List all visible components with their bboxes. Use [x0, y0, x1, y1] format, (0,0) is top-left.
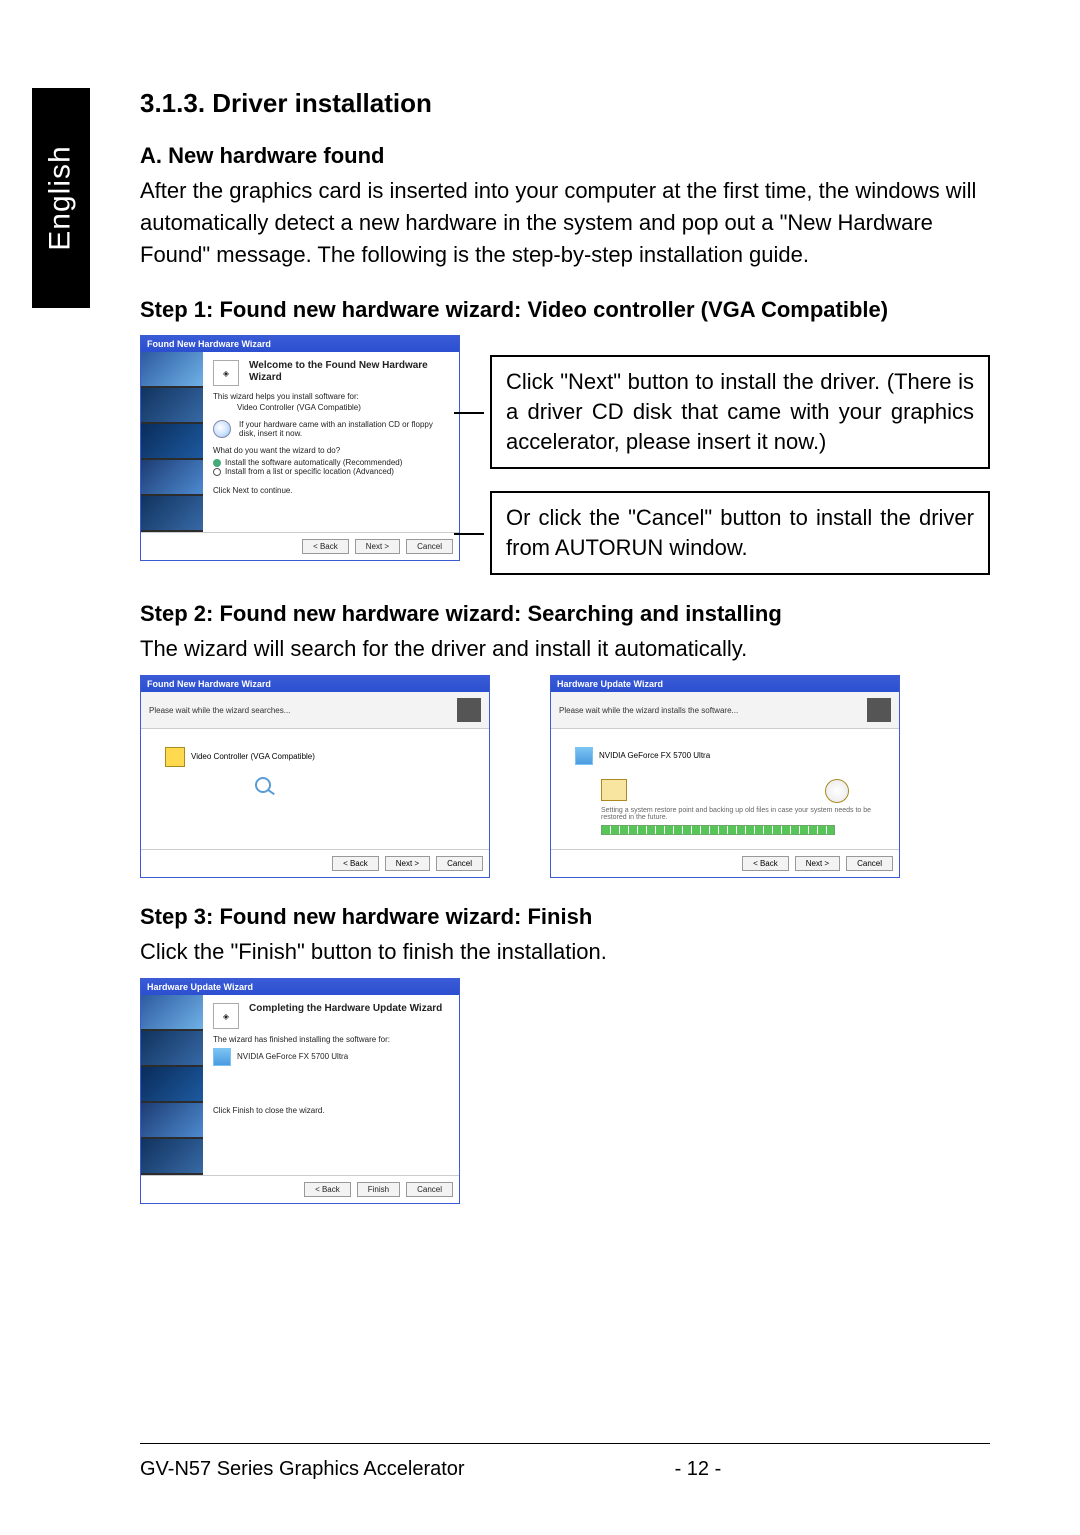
wizard1-titlebar: Found New Hardware Wizard: [141, 336, 459, 352]
wizard1-next-button[interactable]: Next >: [355, 539, 400, 554]
wizard1-title: Welcome to the Found New Hardware Wizard: [249, 360, 449, 384]
section-heading: 3.1.3. Driver installation: [140, 88, 990, 119]
step3-body: Click the "Finish" button to finish the …: [140, 936, 990, 968]
wizard2a-back-button[interactable]: < Back: [332, 856, 379, 871]
wizard2a-dialog: Found New Hardware Wizard Please wait wh…: [140, 675, 490, 878]
progress-bar: [601, 825, 835, 835]
radio-advanced[interactable]: [213, 468, 221, 476]
radio-auto[interactable]: [213, 459, 221, 467]
wizard2b-dialog: Hardware Update Wizard Please wait while…: [550, 675, 900, 878]
footer-text: GV-N57 Series Graphics Accelerator: [140, 1458, 465, 1481]
wizard1-dialog: Found New Hardware Wizard ◈ Welcome to t…: [140, 335, 460, 561]
wizard2a-next-button[interactable]: Next >: [385, 856, 430, 871]
device-icon: [165, 747, 185, 767]
callout-cancel: Or click the "Cancel" button to install …: [490, 491, 990, 575]
cd-icon: [825, 779, 849, 803]
callout-next: Click "Next" button to install the drive…: [490, 355, 990, 469]
chip-icon: [575, 747, 593, 765]
step2-body: The wizard will search for the driver an…: [140, 633, 990, 665]
search-icon: [255, 777, 271, 793]
wizard1-back-button[interactable]: < Back: [302, 539, 349, 554]
folder-icon: [601, 779, 627, 801]
wizard-logo-icon: [457, 698, 481, 722]
wizard-logo-icon: ◈: [213, 360, 239, 386]
language-tab: English: [32, 88, 90, 308]
wizard3-back-button[interactable]: < Back: [304, 1182, 351, 1197]
wizard2a-subtitle: Please wait while the wizard searches...: [149, 706, 290, 715]
wizard3-titlebar: Hardware Update Wizard: [141, 979, 459, 995]
wizard2b-titlebar: Hardware Update Wizard: [551, 676, 899, 692]
wizard3-cancel-button[interactable]: Cancel: [406, 1182, 453, 1197]
wizard2b-device: NVIDIA GeForce FX 5700 Ultra: [599, 751, 710, 760]
subsection-a-heading: A. New hardware found: [140, 143, 990, 169]
step2-heading: Step 2: Found new hardware wizard: Searc…: [140, 601, 990, 627]
wizard1-cd-hint: If your hardware came with an installati…: [239, 420, 449, 438]
wizard1-cancel-button[interactable]: Cancel: [406, 539, 453, 554]
wizard1-continue: Click Next to continue.: [213, 486, 449, 495]
cd-icon: [213, 420, 231, 438]
step3-heading: Step 3: Found new hardware wizard: Finis…: [140, 904, 990, 930]
step1-heading: Step 1: Found new hardware wizard: Video…: [140, 297, 990, 323]
wizard3-title: Completing the Hardware Update Wizard: [249, 1003, 449, 1015]
subsection-a-body: After the graphics card is inserted into…: [140, 175, 990, 271]
wizard2b-back-button[interactable]: < Back: [742, 856, 789, 871]
wizard3-line1: The wizard has finished installing the s…: [213, 1035, 449, 1044]
language-label: English: [44, 145, 78, 250]
wizard3-device: NVIDIA GeForce FX 5700 Ultra: [237, 1052, 348, 1061]
wizard2b-copy-label: Setting a system restore point and backi…: [601, 807, 875, 821]
page-number: - 12 -: [675, 1458, 722, 1481]
wizard3-close-hint: Click Finish to close the wizard.: [213, 1106, 449, 1115]
wizard1-prompt: What do you want the wizard to do?: [213, 446, 449, 455]
wizard2b-next-button[interactable]: Next >: [795, 856, 840, 871]
wizard3-finish-button[interactable]: Finish: [357, 1182, 400, 1197]
wizard2b-cancel-button[interactable]: Cancel: [846, 856, 893, 871]
wizard2a-device: Video Controller (VGA Compatible): [191, 752, 315, 761]
wizard2b-subtitle: Please wait while the wizard installs th…: [559, 706, 738, 715]
chip-icon: [213, 1048, 231, 1066]
wizard1-opt2: Install from a list or specific location…: [225, 467, 394, 476]
wizard1-line1: This wizard helps you install software f…: [213, 392, 449, 401]
wizard2a-titlebar: Found New Hardware Wizard: [141, 676, 489, 692]
wizard2a-cancel-button[interactable]: Cancel: [436, 856, 483, 871]
wizard1-opt1: Install the software automatically (Reco…: [225, 458, 402, 467]
wizard-logo-icon: ◈: [213, 1003, 239, 1029]
wizard3-dialog: Hardware Update Wizard ◈ Completing the …: [140, 978, 460, 1204]
wizard-logo-icon: [867, 698, 891, 722]
wizard1-line2: Video Controller (VGA Compatible): [237, 403, 449, 412]
